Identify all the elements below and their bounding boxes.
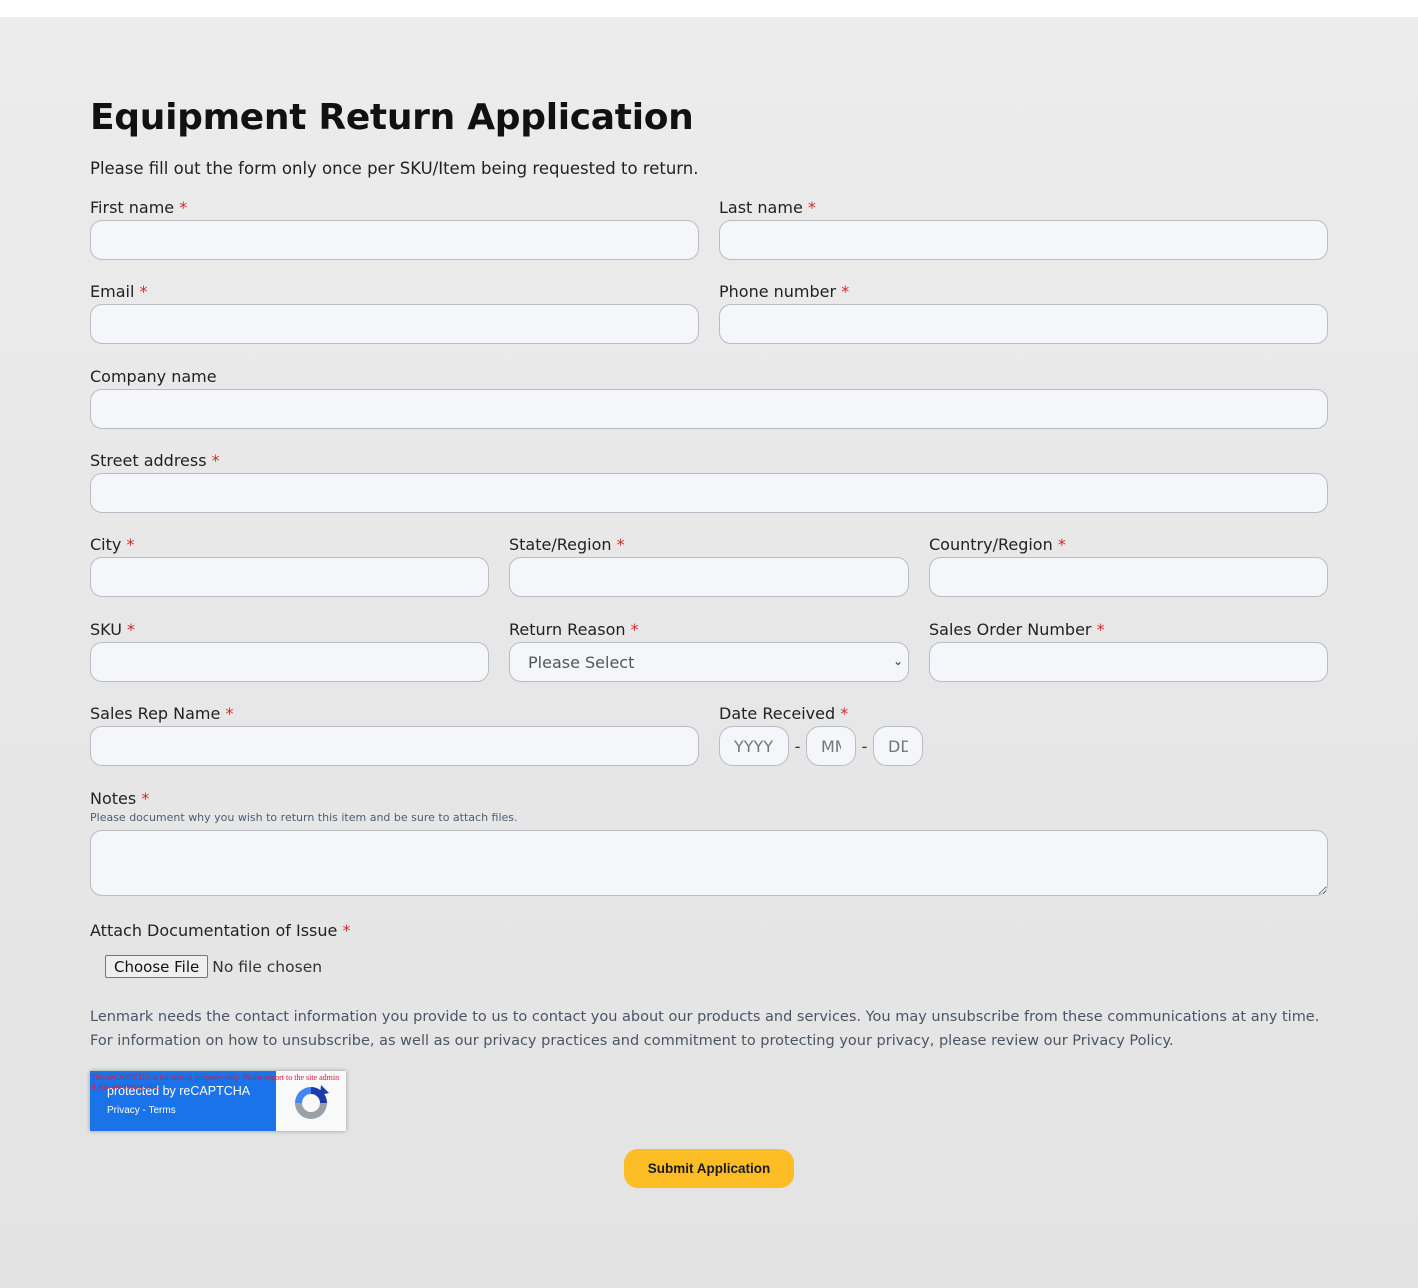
required-marker: * <box>630 620 639 639</box>
required-marker: * <box>342 921 351 940</box>
state-field: State/Region * <box>509 534 909 597</box>
required-marker: * <box>141 789 150 808</box>
state-label: State/Region * <box>509 535 625 554</box>
city-field: City * <box>90 534 489 597</box>
attachment-label: Attach Documentation of Issue * <box>90 921 351 940</box>
city-input[interactable] <box>90 557 489 597</box>
required-marker: * <box>126 535 135 554</box>
return-reason-select-wrapper: Please Select ⌄ <box>509 642 909 682</box>
date-separator: - <box>794 736 801 756</box>
sales-rep-label: Sales Rep Name * <box>90 704 234 723</box>
privacy-notice: Lenmark needs the contact information yo… <box>90 1009 1320 1049</box>
sku-input[interactable] <box>90 642 489 682</box>
country-field: Country/Region * <box>929 534 1328 597</box>
street-label: Street address * <box>90 451 220 470</box>
submit-application-button[interactable]: Submit Application <box>624 1149 794 1188</box>
required-marker: * <box>1057 535 1066 554</box>
required-marker: * <box>1096 620 1105 639</box>
required-marker: * <box>616 535 625 554</box>
phone-input[interactable] <box>719 304 1328 344</box>
company-input[interactable] <box>90 389 1328 429</box>
country-label: Country/Region * <box>929 535 1066 554</box>
required-marker: * <box>841 282 850 301</box>
sales-rep-input[interactable] <box>90 726 699 766</box>
intro-text: Please fill out the form only once per S… <box>90 159 699 178</box>
notes-textarea[interactable] <box>90 830 1328 896</box>
date-day-input[interactable] <box>873 726 923 766</box>
sales-rep-field: Sales Rep Name * <box>90 703 699 766</box>
date-received-field: Date Received * - - <box>719 703 1019 766</box>
city-label: City * <box>90 535 135 554</box>
required-marker: * <box>139 282 148 301</box>
company-label: Company name <box>90 367 217 386</box>
notes-help-text: Please document why you wish to return t… <box>90 811 518 824</box>
required-marker: * <box>127 620 136 639</box>
date-month-input[interactable] <box>806 726 856 766</box>
street-field: Street address * <box>90 450 1328 513</box>
phone-field: Phone number * <box>719 281 1328 344</box>
first-name-field: First name * <box>90 197 699 260</box>
sku-label: SKU * <box>90 620 136 639</box>
required-marker: * <box>225 704 234 723</box>
email-field: Email * <box>90 281 699 344</box>
return-reason-label: Return Reason * <box>509 620 639 639</box>
required-marker: * <box>840 704 849 723</box>
notes-label: Notes * <box>90 789 150 808</box>
street-input[interactable] <box>90 473 1328 513</box>
state-input[interactable] <box>509 557 909 597</box>
choose-file-button[interactable]: Choose File <box>105 955 209 978</box>
required-marker: * <box>211 451 220 470</box>
last-name-field: Last name * <box>719 197 1328 260</box>
date-separator: - <box>861 736 868 756</box>
required-marker: * <box>179 198 188 217</box>
recaptcha-logo-icon <box>295 1085 329 1119</box>
last-name-label: Last name * <box>719 198 816 217</box>
sku-field: SKU * <box>90 619 489 682</box>
date-received-label: Date Received * <box>719 704 849 723</box>
first-name-input[interactable] <box>90 220 699 260</box>
required-marker: * <box>807 198 816 217</box>
email-label: Email * <box>90 282 148 301</box>
country-input[interactable] <box>929 557 1328 597</box>
company-field: Company name <box>90 366 1328 429</box>
last-name-input[interactable] <box>719 220 1328 260</box>
sales-order-field: Sales Order Number * <box>929 619 1328 682</box>
phone-label: Phone number * <box>719 282 850 301</box>
sales-order-label: Sales Order Number * <box>929 620 1105 639</box>
sales-order-input[interactable] <box>929 642 1328 682</box>
return-reason-field: Return Reason * Please Select ⌄ <box>509 619 909 682</box>
file-picker: Choose File No file chosen <box>105 955 690 978</box>
first-name-label: First name * <box>90 198 188 217</box>
date-year-input[interactable] <box>719 726 789 766</box>
attachment-field: Attach Documentation of Issue * Choose F… <box>90 920 690 978</box>
recaptcha-links[interactable]: Privacy - Terms <box>107 1105 176 1116</box>
page-title: Equipment Return Application <box>90 97 694 138</box>
email-input[interactable] <box>90 304 699 344</box>
recaptcha-badge[interactable]: protected by reCAPTCHA Privacy - Terms T… <box>90 1071 346 1131</box>
notes-field: Notes * Please document why you wish to … <box>90 788 1328 896</box>
file-status: No file chosen <box>212 957 323 976</box>
date-received-inputs: - - <box>719 726 1019 766</box>
return-reason-select[interactable]: Please Select <box>509 642 909 682</box>
